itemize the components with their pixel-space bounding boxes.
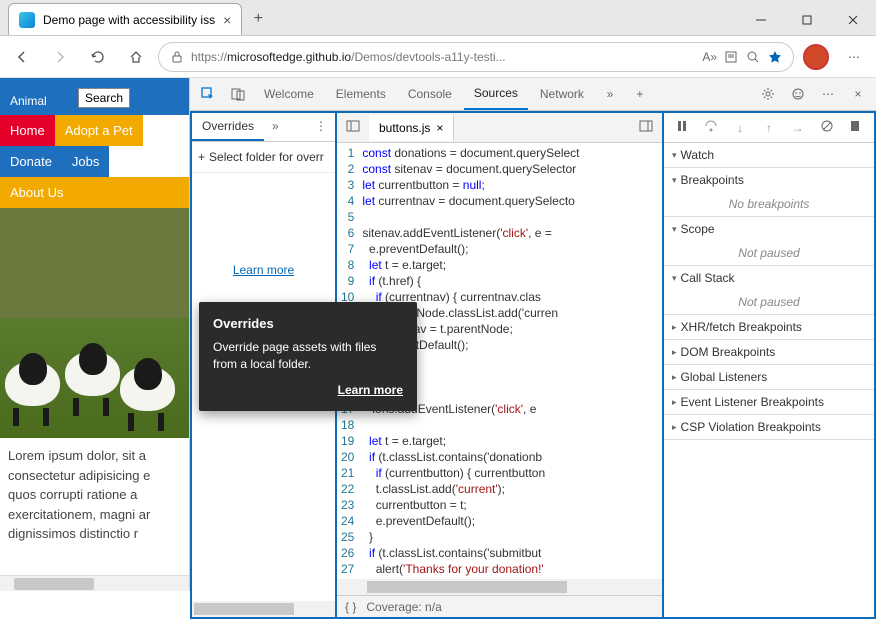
pause-exceptions-icon[interactable] (846, 118, 864, 137)
home-button[interactable] (120, 41, 152, 73)
scope-not-paused: Not paused (664, 241, 874, 265)
page-content: Animal Search Home Adopt a Pet Donate Jo… (0, 78, 190, 591)
braces-icon[interactable]: { } (345, 600, 356, 614)
callstack-not-paused: Not paused (664, 290, 874, 314)
window-titlebar: Demo page with accessibility iss × + (0, 0, 876, 36)
close-tab-icon[interactable]: × (223, 12, 231, 28)
coverage-label: Coverage: n/a (366, 600, 441, 614)
body-text: Lorem ipsum dolor, sit a consectetur adi… (0, 438, 189, 552)
step-icon[interactable]: → (789, 121, 807, 135)
search-label[interactable]: Search (78, 88, 130, 108)
step-out-icon[interactable]: ↑ (760, 121, 778, 135)
breakpoints-section[interactable]: Breakpoints (664, 168, 874, 192)
forward-button[interactable] (44, 41, 76, 73)
address-bar[interactable]: https://microsoftedge.github.io/Demos/de… (158, 42, 794, 72)
lock-icon (169, 49, 185, 65)
editor-scrollbar[interactable] (337, 579, 662, 595)
inspect-icon[interactable] (194, 86, 222, 102)
reader-icon[interactable] (723, 49, 739, 65)
select-folder-button[interactable]: + Select folder for overr (192, 142, 335, 173)
xhr-section[interactable]: XHR/fetch Breakpoints (664, 315, 874, 339)
maximize-icon[interactable] (784, 5, 830, 35)
nav-donate[interactable]: Donate (0, 146, 62, 177)
menu-button[interactable]: ⋯ (838, 41, 870, 73)
overrides-tooltip: Overrides Override page assets with file… (199, 302, 417, 411)
device-icon[interactable] (224, 86, 252, 102)
devtools-tabs: Welcome Elements Console Sources Network… (190, 78, 876, 111)
back-button[interactable] (6, 41, 38, 73)
step-into-icon[interactable]: ↓ (731, 121, 749, 135)
nav-scrollbar[interactable] (192, 601, 335, 617)
profile-button[interactable] (800, 41, 832, 73)
url-text: https://microsoftedge.github.io/Demos/de… (191, 50, 696, 64)
callstack-section[interactable]: Call Stack (664, 266, 874, 290)
nav-more-icon[interactable]: » (264, 113, 287, 141)
tab-network[interactable]: Network (530, 79, 594, 109)
nav-about[interactable]: About Us (0, 177, 189, 208)
browser-toolbar: https://microsoftedge.github.io/Demos/de… (0, 36, 876, 78)
global-section[interactable]: Global Listeners (664, 365, 874, 389)
devtools-menu-icon[interactable]: ⋯ (814, 87, 842, 101)
tooltip-learn-link[interactable]: Learn more (213, 383, 403, 397)
deactivate-icon[interactable] (818, 118, 836, 137)
close-icon[interactable] (830, 5, 876, 35)
nav-jobs[interactable]: Jobs (62, 146, 109, 177)
file-tab[interactable]: buttons.js × (369, 115, 454, 141)
nav-menu-icon[interactable]: ⋮ (307, 113, 335, 141)
select-folder-label: Select folder for overr (209, 150, 324, 164)
event-section[interactable]: Event Listener Breakpoints (664, 390, 874, 414)
zoom-icon[interactable] (745, 49, 761, 65)
page-nav: Home Adopt a Pet Donate Jobs About Us (0, 115, 189, 208)
dom-section[interactable]: DOM Breakpoints (664, 340, 874, 364)
tooltip-title: Overrides (213, 316, 403, 331)
tab-title: Demo page with accessibility iss (43, 13, 215, 27)
settings-icon[interactable] (754, 86, 782, 102)
hero-image (0, 208, 189, 438)
new-tab-button[interactable]: + (242, 3, 274, 35)
scope-section[interactable]: Scope (664, 217, 874, 241)
no-breakpoints-label: No breakpoints (664, 192, 874, 216)
file-name: buttons.js (379, 121, 430, 135)
watch-section[interactable]: Watch (664, 143, 874, 167)
tab-elements[interactable]: Elements (326, 79, 396, 109)
minimize-icon[interactable] (738, 5, 784, 35)
tooltip-body: Override page assets with files from a l… (213, 339, 403, 373)
learn-more-link[interactable]: Learn more (192, 253, 335, 287)
nav-home[interactable]: Home (0, 115, 55, 146)
toggle-debugger-icon[interactable] (630, 118, 662, 137)
overrides-tab[interactable]: Overrides (192, 113, 264, 141)
add-tab-icon[interactable]: + (626, 87, 654, 101)
refresh-button[interactable] (82, 41, 114, 73)
favicon-icon (19, 12, 35, 28)
close-file-icon[interactable]: × (436, 121, 443, 135)
reading-mode-icon[interactable]: A» (702, 50, 717, 64)
csp-section[interactable]: CSP Violation Breakpoints (664, 415, 874, 439)
debugger-pane: ↓ ↑ → Watch BreakpointsNo breakpoints Sc… (664, 113, 874, 617)
devtools-close-icon[interactable]: × (844, 87, 872, 101)
page-scrollbar[interactable] (0, 575, 189, 591)
more-tabs-icon[interactable]: » (596, 87, 624, 101)
pause-icon[interactable] (673, 118, 691, 137)
toggle-nav-icon[interactable] (337, 118, 369, 137)
tab-welcome[interactable]: Welcome (254, 79, 324, 109)
tab-sources[interactable]: Sources (464, 78, 528, 110)
editor-status: { } Coverage: n/a (337, 595, 662, 617)
debugger-toolbar: ↓ ↑ → (664, 113, 874, 143)
nav-adopt[interactable]: Adopt a Pet (55, 115, 143, 146)
tab-console[interactable]: Console (398, 79, 462, 109)
step-over-icon[interactable] (702, 118, 720, 137)
plus-icon: + (198, 150, 205, 164)
feedback-icon[interactable] (784, 86, 812, 102)
browser-tab[interactable]: Demo page with accessibility iss × (8, 3, 242, 35)
favorite-icon[interactable] (767, 49, 783, 65)
page-brand: Animal (10, 94, 47, 108)
